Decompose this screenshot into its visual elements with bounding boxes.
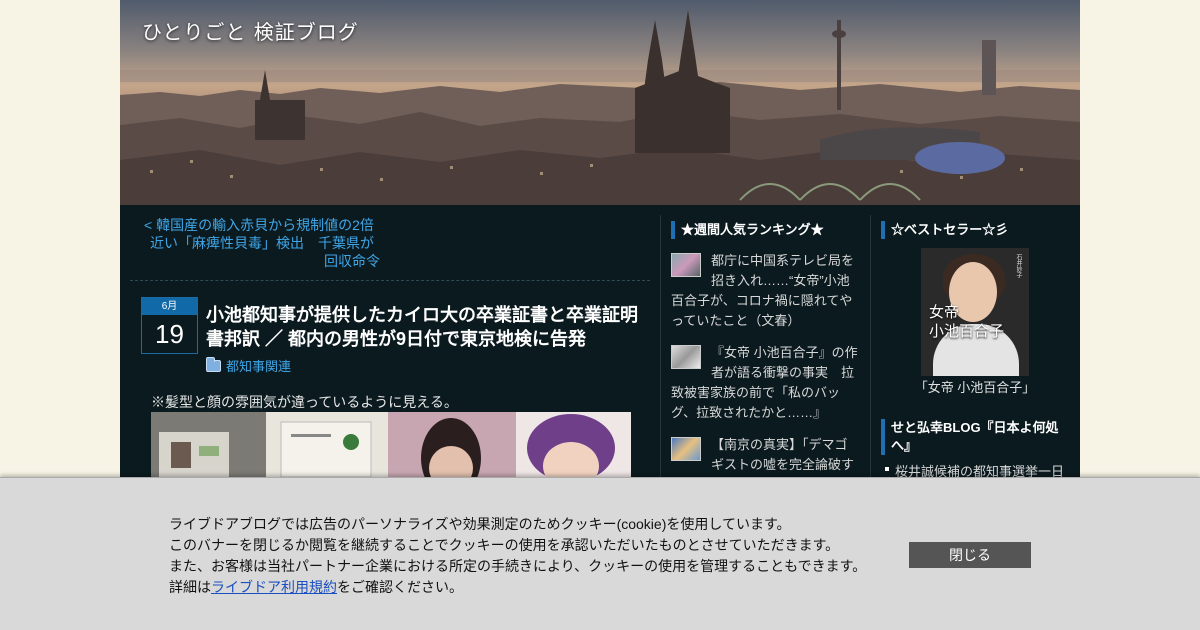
prev-link-line1[interactable]: < 韓国産の輸入赤貝から規制値の2倍 <box>144 216 380 234</box>
terms-link[interactable]: ライブドア利用規約 <box>211 579 337 595</box>
cookie-close-button[interactable]: 閉じる <box>909 542 1031 568</box>
ranking-thumbnail[interactable] <box>671 345 701 369</box>
nav-divider <box>130 280 650 281</box>
post-image[interactable] <box>151 412 631 482</box>
cookie-line4: 詳細はライブドア利用規約をご確認ください。 <box>169 577 889 598</box>
post-title[interactable]: 小池都知事が提供したカイロ大の卒業証書と卒業証明書邦訳 ／ 都内の男性が9日付で… <box>206 303 646 351</box>
ranking-thumbnail[interactable] <box>671 253 701 277</box>
post-category-label[interactable]: 都知事関連 <box>226 356 291 375</box>
book-cover[interactable]: 石井妙子 女帝 小池百合子 <box>921 248 1029 376</box>
post-photo-collage <box>151 412 631 482</box>
cookie-line4-post: をご確認ください。 <box>337 579 463 595</box>
blog-header: ひとりごと 検証ブログ <box>120 0 1080 205</box>
prev-link-line3[interactable]: 回収命令 <box>144 252 380 270</box>
prev-article-link[interactable]: < 韓国産の輸入赤貝から規制値の2倍 近い「麻痺性貝毒」検出 千葉県が 回収命令 <box>144 216 380 270</box>
post-category[interactable]: 都知事関連 <box>206 356 291 375</box>
ranking-heading: ★週間人気ランキング★ <box>671 221 868 239</box>
post-date: 6月 19 <box>141 297 198 354</box>
ranking-item[interactable]: 『女帝 小池百合子』の作者が語る衝撃の事実 拉致被害家族の前で「私のバッグ、拉致… <box>671 343 859 423</box>
ranking-thumbnail[interactable] <box>671 437 701 461</box>
cookie-text: ライブドアブログでは広告のパーソナライズや効果測定のためクッキー(cookie)… <box>169 514 889 598</box>
folder-icon <box>206 356 221 372</box>
bullet-icon <box>885 467 889 471</box>
cookie-banner: ライブドアブログでは広告のパーソナライズや効果測定のためクッキー(cookie)… <box>0 477 1200 630</box>
post-note: ※髪型と顔の雰囲気が違っているように見える。 <box>151 394 458 410</box>
cookie-line1: ライブドアブログでは広告のパーソナライズや効果測定のためクッキー(cookie)… <box>169 516 791 532</box>
blog-title[interactable]: ひとりごと 検証ブログ <box>142 16 359 45</box>
cookie-line2: このバナーを閉じるか閲覧を継続することでクッキーの使用を承認いただいたものとさせ… <box>169 537 840 553</box>
cookie-line4-pre: 詳細は <box>169 579 211 595</box>
post-day: 19 <box>155 319 184 349</box>
book-caption[interactable]: 「女帝 小池百合子」 <box>871 377 1079 396</box>
cookie-line3: また、お客様は当社パートナー企業における所定の手続きにより、クッキーの使用を管理… <box>169 558 867 574</box>
bestseller-heading: ☆ベストセラー☆彡 <box>881 221 1080 239</box>
book-author: 石井妙子 <box>1015 254 1022 278</box>
post-month: 6月 <box>142 298 197 315</box>
book-title: 女帝 小池百合子 <box>929 303 1005 340</box>
seto-blog-heading: せと弘幸BLOG『日本よ何処へ』 <box>881 419 1071 455</box>
ranking-item[interactable]: 都庁に中国系テレビ局を招き入れ……“女帝”小池百合子が、コロナ禍に隠れてやってい… <box>671 251 859 331</box>
prev-link-line2[interactable]: 近い「麻痺性貝毒」検出 千葉県が <box>144 234 380 252</box>
